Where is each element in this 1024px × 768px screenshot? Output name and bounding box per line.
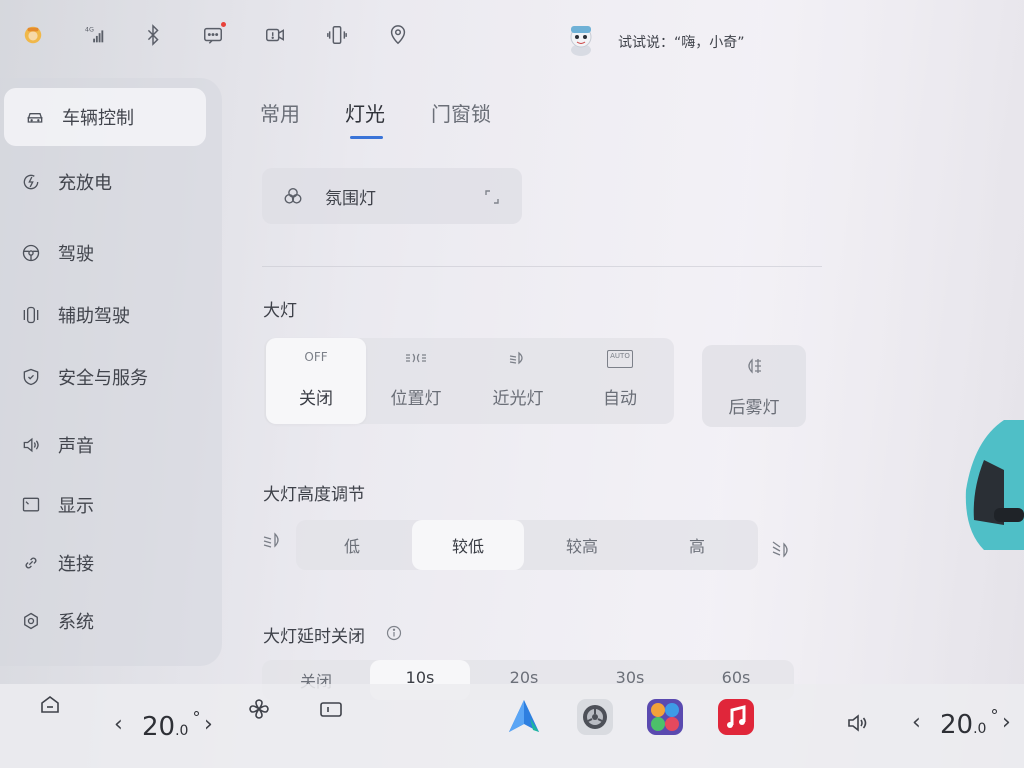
divider	[262, 266, 822, 267]
sidebar-item-charge[interactable]: 充放电	[0, 153, 206, 211]
off-icon-text: OFF	[304, 350, 328, 364]
status-bar: 4G 试试说：“嗨，小奇”	[0, 0, 1024, 70]
sidebar-item-label: 显示	[58, 496, 94, 517]
steering-wheel-icon	[20, 242, 42, 264]
rear-fog-icon	[702, 357, 806, 375]
sidebar-item-label: 辅助驾驶	[58, 306, 130, 327]
headlight-mode-label: 近光灯	[492, 389, 544, 409]
sidebar-item-label: 连接	[58, 554, 94, 575]
ambient-light-card[interactable]: 氛围灯	[262, 168, 522, 224]
headlight-mode-low-beam[interactable]: 近光灯	[468, 338, 568, 424]
display-icon	[20, 494, 42, 516]
headlight-mode-label: 自动	[603, 389, 637, 409]
screen: 4G 试试说：“嗨，小奇” 车辆控制 充放电 驾驶 辅助驾驶 安全与服务 声音 …	[0, 0, 1024, 768]
tab-doors-windows-locks[interactable]: 门窗锁	[431, 98, 491, 127]
height-option-lower[interactable]: 较低	[412, 520, 524, 570]
right-temp-up-chevron-icon[interactable]: ›	[1002, 710, 1011, 735]
signal-4g-icon: 4G	[82, 22, 108, 48]
home-icon[interactable]	[36, 690, 64, 718]
fan-icon[interactable]	[245, 695, 273, 723]
headlight-mode-label: 关闭	[299, 389, 333, 409]
height-option-low[interactable]: 低	[296, 520, 408, 570]
sidebar-item-label: 安全与服务	[58, 368, 148, 389]
headlight-mode-off[interactable]: OFF 关闭	[266, 338, 366, 424]
left-temperature: 20.0°	[142, 708, 200, 742]
position-light-icon	[366, 350, 466, 368]
charge-icon	[20, 171, 42, 193]
sidebar-item-label: 驾驶	[58, 244, 94, 265]
left-temp-up-chevron-icon[interactable]: ›	[204, 712, 213, 737]
height-title: 大灯高度调节	[263, 485, 365, 505]
right-temperature: 20.0°	[940, 706, 998, 740]
rear-fog-label: 后雾灯	[728, 398, 780, 418]
right-temp-down-chevron-icon[interactable]: ‹	[912, 710, 921, 735]
info-icon[interactable]	[386, 625, 402, 641]
ambient-light-label: 氛围灯	[325, 188, 376, 209]
right-temp-unit: °	[990, 706, 999, 725]
sidebar-item-safety-service[interactable]: 安全与服务	[0, 348, 206, 406]
bluetooth-icon[interactable]	[140, 22, 166, 48]
voice-assistant-avatar-icon[interactable]	[566, 22, 596, 56]
navigation-app-icon[interactable]	[505, 698, 543, 736]
auto-icon-text: AUTO	[607, 350, 633, 368]
sidebar-item-driving[interactable]: 驾驶	[0, 224, 206, 282]
sidebar-item-label: 系统	[58, 612, 94, 633]
speaker-icon	[20, 434, 42, 456]
sidebar-item-vehicle-control[interactable]: 车辆控制	[4, 88, 206, 146]
headlight-mode-auto[interactable]: AUTO 自动	[570, 338, 670, 424]
sidebar-item-assisted-driving[interactable]: 辅助驾驶	[0, 286, 206, 344]
auto-icon: AUTO	[570, 350, 670, 368]
left-temp-dec: .0	[175, 723, 189, 739]
music-app-icon[interactable]	[717, 698, 755, 736]
sidebar-item-label: 声音	[58, 436, 94, 457]
headlight-mode-group: OFF 关闭 位置灯 近光灯 AUTO 自动	[264, 338, 674, 424]
shield-icon	[20, 366, 42, 388]
ambient-light-icon	[282, 185, 304, 207]
sidebar-item-sound[interactable]: 声音	[0, 416, 206, 474]
sidebar-item-system[interactable]: 系统	[0, 592, 206, 650]
expand-corner-icon	[484, 189, 500, 205]
right-temp-dec: .0	[973, 721, 987, 737]
apps-grid-icon[interactable]	[646, 698, 684, 736]
avatar-icon[interactable]	[20, 22, 46, 48]
car-model-image	[964, 400, 1024, 560]
sidebar-item-label: 车辆控制	[62, 108, 134, 129]
headlight-mode-label: 位置灯	[390, 389, 442, 409]
left-temp-unit: °	[192, 708, 201, 727]
message-icon[interactable]	[200, 22, 226, 48]
rear-fog-button[interactable]: 后雾灯	[702, 345, 806, 427]
height-segmented-control: 低 较低 较高 高	[296, 520, 758, 570]
beam-low-angle-icon	[262, 530, 284, 552]
sidebar-item-display[interactable]: 显示	[0, 476, 206, 534]
sidebar-item-connection[interactable]: 连接	[0, 534, 206, 592]
assistant-hint[interactable]: 试试说：“嗨，小奇”	[618, 32, 745, 52]
left-temp-down-chevron-icon[interactable]: ‹	[114, 712, 123, 737]
gear-icon	[20, 610, 42, 632]
delay-title: 大灯延时关闭	[263, 627, 365, 647]
volume-icon[interactable]	[844, 710, 870, 736]
assist-drive-icon	[20, 304, 42, 326]
phone-vibrate-icon[interactable]	[324, 22, 350, 48]
sidebar-item-label: 充放电	[58, 173, 112, 194]
height-option-high[interactable]: 高	[641, 520, 753, 570]
location-icon[interactable]	[385, 22, 411, 48]
right-temp-int: 20	[940, 710, 974, 740]
seat-heat-icon[interactable]	[318, 698, 344, 722]
tab-lights[interactable]: 灯光	[345, 98, 385, 127]
dashcam-icon[interactable]	[262, 22, 288, 48]
signal-label: 4G	[85, 25, 94, 33]
notification-dot	[221, 22, 226, 27]
sidebar: 车辆控制 充放电 驾驶 辅助驾驶 安全与服务 声音 显示 连接 系统	[0, 78, 222, 666]
tab-common[interactable]: 常用	[260, 98, 300, 127]
link-icon	[20, 552, 42, 574]
beam-high-angle-icon	[771, 538, 793, 560]
height-option-higher[interactable]: 较高	[526, 520, 638, 570]
left-temp-int: 20	[142, 712, 176, 742]
low-beam-icon	[468, 350, 568, 368]
settings-app-icon[interactable]	[576, 698, 614, 736]
headlight-mode-position[interactable]: 位置灯	[366, 338, 466, 424]
headlight-title: 大灯	[263, 301, 297, 321]
active-tab-indicator	[350, 136, 383, 139]
car-icon	[24, 106, 46, 128]
